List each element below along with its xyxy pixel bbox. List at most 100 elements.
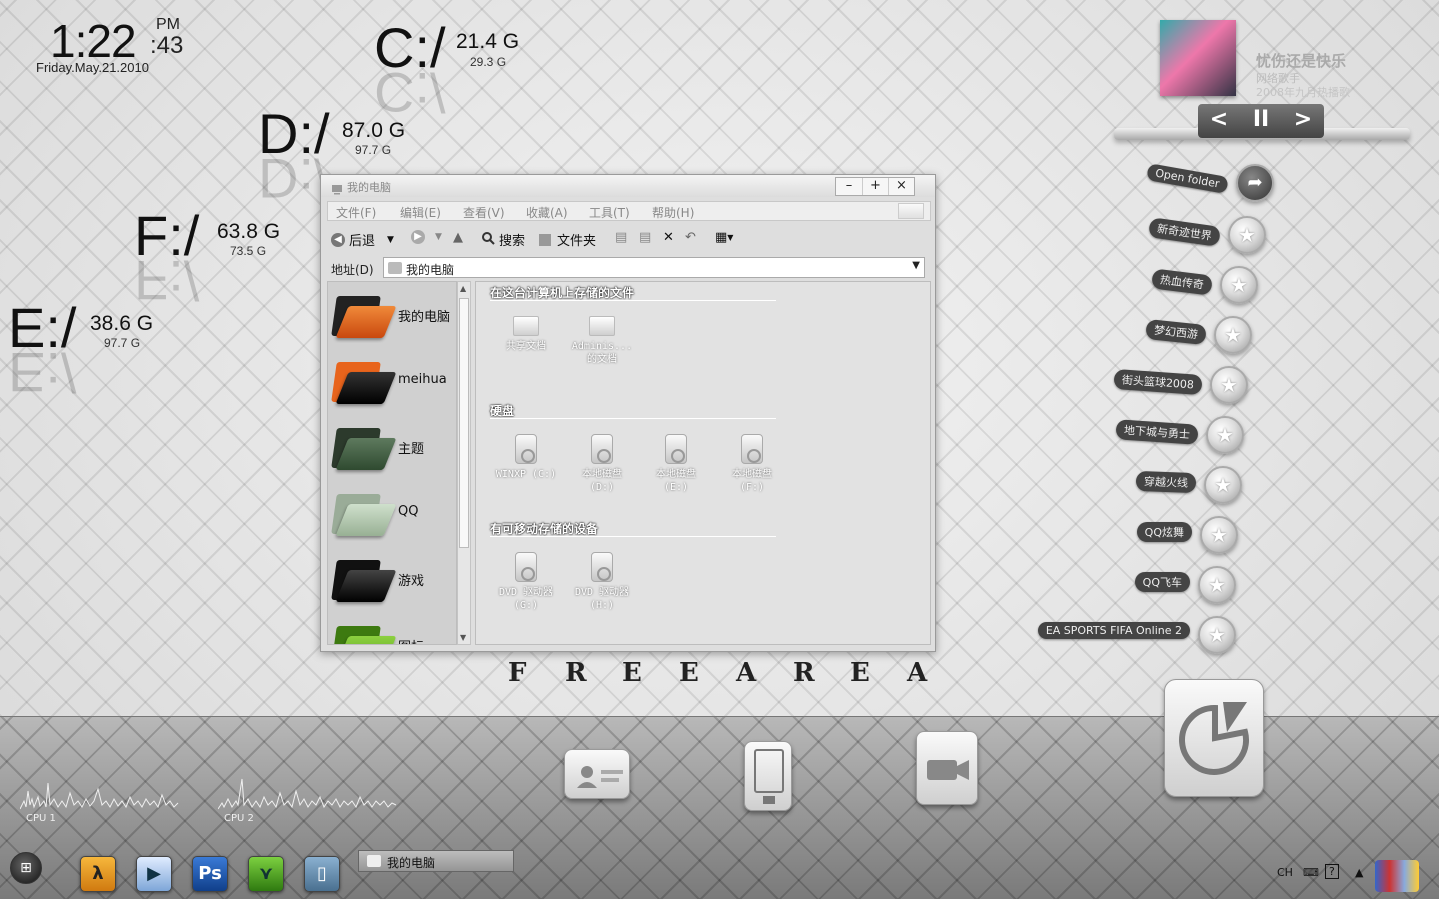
sidebar-item-qq[interactable]: QQ <box>328 480 454 546</box>
star-icon[interactable]: ★ <box>1198 566 1236 604</box>
tray-expand-icon[interactable]: ▲ <box>1355 866 1363 879</box>
star-icon[interactable]: ★ <box>1210 366 1248 404</box>
photoshop-icon[interactable]: Ps <box>192 856 228 892</box>
launcher-open-folder[interactable]: Open folder ➦ <box>1100 163 1274 204</box>
launcher-label: EA SPORTS FIFA Online 2 <box>1037 622 1190 639</box>
launcher-qq-dance[interactable]: QQ炫舞 ★ <box>1080 516 1238 556</box>
logo-letter: E <box>679 658 699 688</box>
menu-view[interactable]: 查看(V) <box>463 204 505 221</box>
move-to-button[interactable]: ▤ <box>615 230 627 245</box>
sidebar-item-theme[interactable]: 主题 <box>328 414 454 480</box>
search-button[interactable]: 搜索 <box>481 230 525 249</box>
copy-to-button[interactable]: ▤ <box>639 230 651 245</box>
item-label: Adminis... 的文档 <box>571 341 633 365</box>
sidebar-item-meihua[interactable]: meihua <box>328 348 454 414</box>
hard-disk-icon <box>665 434 687 464</box>
close-button[interactable]: × <box>888 178 914 195</box>
star-icon[interactable]: ★ <box>1200 516 1238 554</box>
window-titlebar[interactable]: 我的电脑 – + × <box>321 175 935 197</box>
green-app-icon[interactable]: ⋎ <box>248 856 284 892</box>
folders-button[interactable]: 文件夹 <box>539 230 596 249</box>
launcher-label: 地下城与勇士 <box>1115 419 1199 445</box>
mobile-phone-icon[interactable] <box>744 741 792 811</box>
sidebar-scrollbar[interactable]: ▲ ▼ <box>457 281 471 645</box>
address-dropdown-icon[interactable]: ▼ <box>912 260 920 271</box>
phone-app-icon[interactable]: ▯ <box>304 856 340 892</box>
forward-button[interactable]: ▶ ▼ <box>411 230 442 244</box>
item-label: 本地磁盘 (E:) <box>656 469 696 493</box>
menu-file[interactable]: 文件(F) <box>336 204 376 221</box>
contacts-folder-icon[interactable] <box>564 749 630 799</box>
keyboard-icon[interactable]: ⌨ <box>1303 866 1319 879</box>
pie-chart-app-icon[interactable] <box>1164 679 1264 797</box>
launcher-fifa-online[interactable]: EA SPORTS FIFA Online 2 ★ <box>1037 616 1236 656</box>
green-folder-icon <box>331 620 397 644</box>
sidebar-item-my-computer[interactable]: 我的电脑 <box>328 282 454 348</box>
launcher-qq-speed[interactable]: QQ飞车 ★ <box>1080 566 1236 606</box>
media-player-icon[interactable]: ▶ <box>136 856 172 892</box>
section-divider <box>490 300 776 301</box>
tray-icons-cluster-icon[interactable] <box>1375 860 1419 892</box>
scroll-up-icon[interactable]: ▲ <box>460 284 466 293</box>
admin-documents-folder[interactable]: Adminis... 的文档 <box>566 316 638 366</box>
dvd-h-item[interactable]: DVD 驱动器 (H:) <box>566 552 638 612</box>
pause-button[interactable]: II <box>1240 104 1282 138</box>
star-icon[interactable]: ★ <box>1206 416 1244 454</box>
video-camera-icon[interactable] <box>916 731 978 805</box>
maximize-button[interactable]: + <box>862 178 888 195</box>
launcher-label: Open folder <box>1146 163 1229 194</box>
drive-f-item[interactable]: 本地磁盘 (F:) <box>716 434 788 494</box>
menu-favorites[interactable]: 收藏(A) <box>526 204 568 221</box>
menu-edit[interactable]: 编辑(E) <box>400 204 441 221</box>
shared-documents-folder[interactable]: 共享文档 <box>490 316 562 353</box>
launcher-legend-of-mir[interactable]: 热血传奇 ★ <box>1080 266 1258 306</box>
clock-date: Friday.May.21.2010 <box>36 60 149 75</box>
start-button[interactable]: ⊞ <box>10 852 42 884</box>
freearea-logo: F R E E A R E A <box>508 658 940 692</box>
launcher-street-basketball[interactable]: 街头篮球2008 ★ <box>1070 366 1248 406</box>
sidebar-item-games[interactable]: 游戏 <box>328 546 454 612</box>
star-icon[interactable]: ★ <box>1198 616 1236 654</box>
launcher-crossfire[interactable]: 穿越火线 ★ <box>1080 466 1242 506</box>
back-dropdown-icon[interactable]: ▼ <box>387 235 394 245</box>
star-icon[interactable]: ★ <box>1214 316 1252 354</box>
back-arrow-icon: ◀ <box>331 232 345 247</box>
forward-dropdown-icon[interactable]: ▼ <box>435 232 442 242</box>
previous-track-button[interactable]: < <box>1198 104 1240 138</box>
up-button[interactable]: ▲ <box>453 230 463 245</box>
sidebar-item-label: meihua <box>398 372 447 387</box>
star-icon[interactable]: ★ <box>1204 466 1242 504</box>
drive-c-item[interactable]: WINXP (C:) <box>490 434 562 481</box>
explorer-window[interactable]: 我的电脑 – + × 文件(F) 编辑(E) 查看(V) 收藏(A) 工具(T)… <box>320 174 936 652</box>
drive-e-meter[interactable]: E:/ E:/ 38.6 G 97.7 G <box>8 300 178 405</box>
drive-free: 63.8 G <box>217 220 281 243</box>
launcher-new-miracle-world[interactable]: 新奇迹世界 ★ <box>1080 216 1266 256</box>
help-icon[interactable]: ? <box>1325 864 1339 879</box>
scroll-down-icon[interactable]: ▼ <box>460 633 466 642</box>
minimize-button[interactable]: – <box>836 178 862 195</box>
undo-button[interactable]: ↶ <box>685 230 696 245</box>
menu-tools[interactable]: 工具(T) <box>589 204 630 221</box>
language-indicator[interactable]: CH <box>1277 866 1293 879</box>
menu-help[interactable]: 帮助(H) <box>652 204 694 221</box>
address-field[interactable]: 我的电脑 ▼ <box>383 257 925 278</box>
sidebar-item-icons[interactable]: 图标 <box>328 612 454 644</box>
star-icon[interactable]: ★ <box>1228 216 1266 254</box>
taskbar-window-my-computer[interactable]: 我的电脑 <box>358 850 514 872</box>
sidebar-item-label: 游戏 <box>398 574 425 589</box>
launcher-dungeon-fighter[interactable]: 地下城与勇士 ★ <box>1070 416 1244 456</box>
drive-e-item[interactable]: 本地磁盘 (E:) <box>640 434 712 494</box>
launcher-fantasy-westward[interactable]: 梦幻西游 ★ <box>1080 316 1252 356</box>
drive-c-meter[interactable]: C:/ C:/ 21.4 G 29.3 G <box>374 20 544 125</box>
views-button[interactable]: ▦ ▼ <box>715 230 733 245</box>
dvd-g-item[interactable]: DVD 驱动器 (G:) <box>490 552 562 612</box>
star-icon[interactable]: ★ <box>1220 266 1258 304</box>
drive-f-meter[interactable]: F:/ F:/ 63.8 G 73.5 G <box>134 208 304 313</box>
half-life-launcher-icon[interactable]: λ <box>80 856 116 892</box>
delete-button[interactable]: ✕ <box>663 230 674 245</box>
next-track-button[interactable]: > <box>1282 104 1324 138</box>
share-arrow-icon[interactable]: ➦ <box>1236 164 1274 202</box>
back-button[interactable]: ◀ 后退 ▼ <box>331 230 394 249</box>
drive-d-item[interactable]: 本地磁盘 (D:) <box>566 434 638 494</box>
scroll-thumb[interactable] <box>459 298 469 548</box>
